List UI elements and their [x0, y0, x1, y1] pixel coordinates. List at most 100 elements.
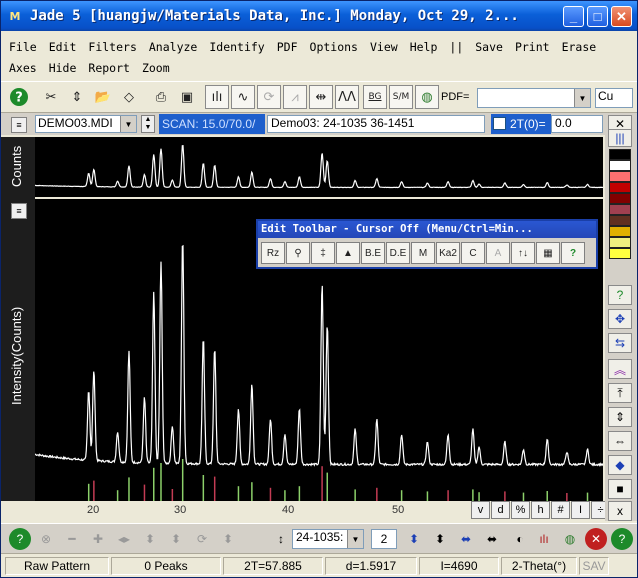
bottom-lr-button[interactable]: ◂▸: [113, 528, 135, 550]
side-top-button[interactable]: ⤒: [608, 383, 632, 403]
pdf-select[interactable]: ▼: [477, 88, 591, 108]
bottom-chart-button[interactable]: ılı: [533, 528, 555, 550]
title-bar[interactable]: M Jade 5 [huangjw/Materials Data, Inc.] …: [1, 1, 637, 31]
centroid-button[interactable]: C: [461, 242, 485, 264]
pattern-field[interactable]: Demo03: 24-1035 36-1451: [267, 115, 485, 133]
chevron-down-icon[interactable]: ▼: [120, 116, 136, 132]
side-diamond-button[interactable]: ◆: [608, 455, 632, 475]
menu-view[interactable]: View: [370, 40, 398, 54]
bottom-close-button[interactable]: ✕: [585, 528, 607, 550]
menu-identify[interactable]: Identify: [209, 40, 264, 54]
menu-save[interactable]: Save: [475, 40, 503, 54]
menu-axes[interactable]: Axes: [9, 61, 37, 75]
axis-v-button[interactable]: v: [471, 501, 490, 519]
zero-shift-checkbox[interactable]: [493, 117, 506, 130]
phase-spinner[interactable]: ↕: [273, 528, 289, 550]
maximize-button[interactable]: □: [587, 6, 608, 27]
overview-plot[interactable]: [34, 137, 604, 197]
smooth-merge-button[interactable]: S/M: [389, 85, 413, 109]
main-pane-toggle[interactable]: ≡: [11, 203, 27, 219]
peak-adjust-button[interactable]: ↑↓: [511, 242, 535, 264]
menu-pdf[interactable]: PDF: [277, 40, 298, 54]
bg-edit-button[interactable]: B.E: [361, 242, 385, 264]
up-down-button[interactable]: ⇕: [65, 85, 89, 109]
palette-swatch[interactable]: [609, 215, 631, 226]
fit-button[interactable]: ΛΛ: [335, 85, 359, 109]
cursor-zoom-button[interactable]: Rz: [261, 242, 285, 264]
menu-print[interactable]: Print: [515, 40, 550, 54]
menu-erase[interactable]: Erase: [562, 40, 597, 54]
menu-edit[interactable]: Edit: [49, 40, 77, 54]
help-button[interactable]: ?: [7, 85, 31, 109]
bottom-plus-button[interactable]: ✚: [87, 528, 109, 550]
bottom-ud-button[interactable]: ⬍: [139, 528, 161, 550]
grid-button[interactable]: ▦: [536, 242, 560, 264]
chevron-down-icon[interactable]: ▼: [574, 89, 590, 107]
palette-swatch[interactable]: [609, 248, 631, 259]
bottom-cancel-button[interactable]: ⊗: [35, 528, 57, 550]
axis-h-button[interactable]: h: [531, 501, 550, 519]
axis-hash-button[interactable]: #: [551, 501, 570, 519]
print-button[interactable]: ⎙: [149, 85, 173, 109]
target-select[interactable]: Cu: [595, 88, 633, 108]
edit-toolbar-window[interactable]: Edit Toolbar - Cursor Off (Menu/Ctrl=Min…: [256, 219, 598, 269]
bottom-lr-blue-button[interactable]: ⬌: [455, 528, 477, 550]
palette-swatch[interactable]: [609, 171, 631, 182]
axis-percent-button[interactable]: %: [511, 501, 530, 519]
palette-swatch[interactable]: [609, 237, 631, 248]
overlay-button[interactable]: ◇: [117, 85, 141, 109]
palette-swatch[interactable]: [609, 226, 631, 237]
auto-button[interactable]: A: [486, 242, 510, 264]
bottom-globe-button[interactable]: ◍: [559, 528, 581, 550]
axis-d-button[interactable]: d: [491, 501, 510, 519]
bottom-minus-button[interactable]: ━: [61, 528, 83, 550]
save-button[interactable]: ▣: [175, 85, 199, 109]
bars-button[interactable]: ılı: [205, 85, 229, 109]
overview-toggle[interactable]: ≡: [11, 117, 27, 133]
expand-button[interactable]: ⇹: [309, 85, 333, 109]
side-up-double-button[interactable]: ︽: [608, 359, 632, 379]
open-file-button[interactable]: 📂: [91, 85, 115, 109]
smooth-button[interactable]: ∿: [231, 85, 255, 109]
menu-report[interactable]: Report: [88, 61, 130, 75]
palette-swatch[interactable]: [609, 193, 631, 204]
ka2-button[interactable]: Ka2: [436, 242, 460, 264]
palette-swatch[interactable]: [609, 204, 631, 215]
menu-help[interactable]: Help: [410, 40, 438, 54]
de-edit-button[interactable]: D.E: [386, 242, 410, 264]
bottom-updown2-button[interactable]: ⬍: [217, 528, 239, 550]
menu-zoom[interactable]: Zoom: [142, 61, 170, 75]
edit-help-button[interactable]: ?: [561, 242, 585, 264]
side-spread-button[interactable]: ⇆: [608, 333, 632, 353]
side-leftright-button[interactable]: ⇔: [608, 431, 632, 451]
close-button[interactable]: ✕: [611, 6, 632, 27]
minimize-button[interactable]: _: [563, 6, 584, 27]
background-button[interactable]: BG: [363, 85, 387, 109]
zero-shift-field[interactable]: 0.0: [551, 115, 603, 133]
bottom-help2-button[interactable]: ?: [611, 528, 633, 550]
bottom-view-button[interactable]: ◐: [509, 528, 531, 550]
peak-search-button[interactable]: ✂: [39, 85, 63, 109]
palette-swatch[interactable]: [609, 160, 631, 171]
phase-select[interactable]: 24-1035: ▼: [292, 529, 364, 549]
palette-swatch[interactable]: [609, 149, 631, 160]
side-x-button[interactable]: x: [608, 501, 632, 521]
axis-i-button[interactable]: I: [571, 501, 590, 519]
edit-toolbar-title[interactable]: Edit Toolbar - Cursor Off (Menu/Ctrl=Min…: [258, 221, 596, 238]
file-spinner[interactable]: ▲ ▼: [141, 115, 155, 133]
menu-file[interactable]: File: [9, 40, 37, 54]
phase-count[interactable]: 2: [371, 529, 397, 549]
noise-button[interactable]: ⩘: [283, 85, 307, 109]
bottom-updown-blue-button[interactable]: ⬍: [403, 528, 425, 550]
menu-analyze[interactable]: Analyze: [149, 40, 197, 54]
side-expand-button[interactable]: ✥: [608, 309, 632, 329]
bottom-lr-black-button[interactable]: ⬌: [481, 528, 503, 550]
side-stop-button[interactable]: ■: [608, 479, 632, 499]
file-select[interactable]: DEMO03.MDI ▼: [35, 115, 137, 133]
side-help-button[interactable]: ?: [608, 285, 632, 305]
peak-marker-button[interactable]: ‡: [311, 242, 335, 264]
globe-button[interactable]: ◍: [415, 85, 439, 109]
refresh-button[interactable]: ⟳: [257, 85, 281, 109]
palette-swatch[interactable]: [609, 182, 631, 193]
menu-hide[interactable]: Hide: [49, 61, 77, 75]
